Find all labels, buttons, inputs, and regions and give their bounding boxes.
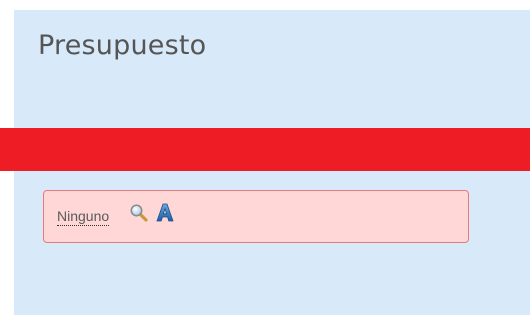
selected-value-link[interactable]: Ninguno — [57, 208, 110, 226]
page-title: Presupuesto — [38, 30, 207, 61]
magnifier-icon-graphic — [130, 204, 148, 222]
magnifier-icon[interactable] — [129, 203, 149, 223]
alert-bar — [0, 128, 530, 171]
selection-field: Ninguno — [43, 190, 469, 243]
letter-a-icon-graphic — [156, 203, 174, 221]
letter-a-icon[interactable] — [155, 203, 175, 223]
